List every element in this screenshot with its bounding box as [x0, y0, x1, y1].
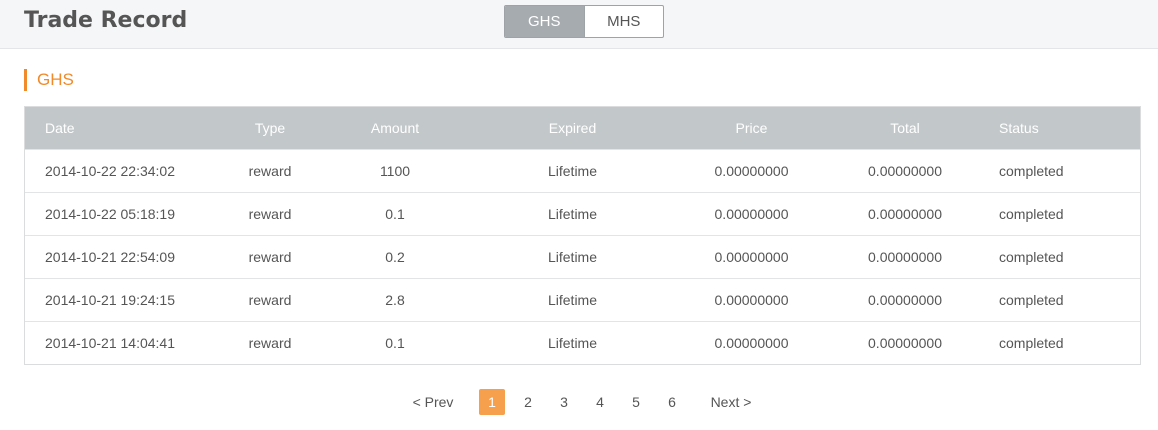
table-row: 2014-10-21 19:24:15 reward 2.8 Lifetime … [25, 278, 1140, 321]
page-2-link[interactable]: 2 [515, 389, 541, 415]
cell-price: 0.00000000 [714, 292, 789, 308]
column-header-price: Price [735, 120, 768, 136]
cell-amount: 1100 [379, 163, 411, 179]
page-title: Trade Record [24, 8, 188, 33]
cell-amount: 2.8 [385, 292, 405, 308]
cell-total: 0.00000000 [868, 163, 942, 179]
cell-status: completed [999, 292, 1064, 308]
cell-date: 2014-10-21 19:24:15 [45, 292, 175, 308]
column-header-status: Status [999, 120, 1039, 136]
cell-status: completed [999, 206, 1064, 222]
cell-type: reward [248, 335, 292, 351]
cell-status: completed [999, 163, 1064, 179]
cell-expired: Lifetime [547, 292, 598, 308]
cell-status: completed [999, 335, 1064, 351]
pagination: < Prev 1 2 3 4 5 6 Next > [0, 389, 1158, 415]
column-header-expired: Expired [548, 120, 597, 136]
cell-expired: Lifetime [547, 206, 598, 222]
page-6-link[interactable]: 6 [659, 389, 685, 415]
page-4-link[interactable]: 4 [587, 389, 613, 415]
cell-amount: 0.1 [385, 335, 405, 351]
column-header-amount: Amount [370, 120, 420, 136]
page-3-link[interactable]: 3 [551, 389, 577, 415]
next-page-link[interactable]: Next > [702, 389, 760, 415]
column-header-date: Date [45, 120, 75, 136]
table-row: 2014-10-21 22:54:09 reward 0.2 Lifetime … [25, 235, 1140, 278]
cell-amount: 0.1 [385, 206, 405, 222]
cell-total: 0.00000000 [868, 335, 942, 351]
table-row: 2014-10-22 22:34:02 reward 1100 Lifetime… [25, 149, 1140, 192]
cell-price: 0.00000000 [714, 335, 789, 351]
table-row: 2014-10-22 05:18:19 reward 0.1 Lifetime … [25, 192, 1140, 235]
cell-expired: Lifetime [547, 249, 598, 265]
cell-total: 0.00000000 [868, 249, 942, 265]
cell-date: 2014-10-22 22:34:02 [45, 163, 175, 179]
cell-total: 0.00000000 [868, 206, 942, 222]
cell-date: 2014-10-21 14:04:41 [45, 335, 175, 351]
column-header-total: Total [890, 120, 920, 136]
page-5-link[interactable]: 5 [623, 389, 649, 415]
toggle-mhs-button[interactable]: MHS [583, 6, 664, 37]
column-header-type: Type [254, 120, 286, 136]
section-title: GHS [24, 69, 74, 91]
cell-date: 2014-10-22 05:18:19 [45, 206, 175, 222]
cell-type: reward [248, 292, 292, 308]
toggle-ghs-button[interactable]: GHS [505, 6, 584, 37]
trade-table: Date Type Amount Expired Price Total Sta… [24, 106, 1141, 365]
cell-date: 2014-10-21 22:54:09 [45, 249, 175, 265]
unit-toggle: GHS MHS [504, 5, 664, 38]
table-row: 2014-10-21 14:04:41 reward 0.1 Lifetime … [25, 321, 1140, 364]
cell-expired: Lifetime [547, 335, 598, 351]
cell-type: reward [248, 249, 292, 265]
cell-type: reward [248, 163, 292, 179]
cell-price: 0.00000000 [714, 206, 789, 222]
table-header: Date Type Amount Expired Price Total Sta… [25, 107, 1140, 149]
cell-type: reward [248, 206, 292, 222]
cell-expired: Lifetime [547, 163, 598, 179]
cell-status: completed [999, 249, 1064, 265]
cell-price: 0.00000000 [714, 249, 789, 265]
cell-price: 0.00000000 [714, 163, 789, 179]
page-header: Trade Record GHS MHS [0, 0, 1158, 49]
cell-total: 0.00000000 [868, 292, 942, 308]
prev-page-link[interactable]: < Prev [404, 389, 462, 415]
cell-amount: 0.2 [385, 249, 405, 265]
page-1-link[interactable]: 1 [479, 389, 505, 415]
